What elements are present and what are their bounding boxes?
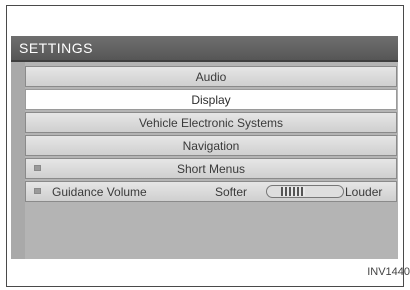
menu-item-label: Short Menus: [176, 161, 246, 176]
title-bar: SETTINGS: [11, 36, 398, 62]
menu-item-display[interactable]: Display: [25, 89, 397, 110]
menu-item-audio[interactable]: Audio: [25, 66, 397, 87]
volume-louder-label: Louder: [345, 185, 383, 199]
screen-title: SETTINGS: [19, 40, 94, 56]
guidance-volume-checkbox-icon[interactable]: [34, 188, 41, 194]
left-gutter: [11, 62, 25, 259]
guidance-volume-row[interactable]: Guidance Volume Softer Louder: [25, 181, 397, 202]
settings-screen: SETTINGS Audio Display Vehicle Electroni…: [11, 36, 398, 259]
menu-item-navigation[interactable]: Navigation: [25, 135, 397, 156]
menu-item-short-menus[interactable]: Short Menus: [25, 158, 397, 179]
guidance-volume-label: Guidance Volume: [52, 185, 147, 199]
menu-item-label: Audio: [195, 69, 227, 84]
volume-slider[interactable]: [266, 185, 344, 198]
menu-item-vehicle-electronic-systems[interactable]: Vehicle Electronic Systems: [25, 112, 397, 133]
volume-level-fill: [281, 187, 305, 196]
volume-softer-label: Softer: [215, 185, 248, 199]
menu-item-label: Display: [191, 92, 231, 107]
menu-item-label: Navigation: [182, 138, 240, 153]
short-menus-checkbox-icon[interactable]: [34, 165, 41, 171]
menu-item-label: Vehicle Electronic Systems: [138, 115, 284, 130]
figure-caption: INV1440: [367, 266, 410, 278]
